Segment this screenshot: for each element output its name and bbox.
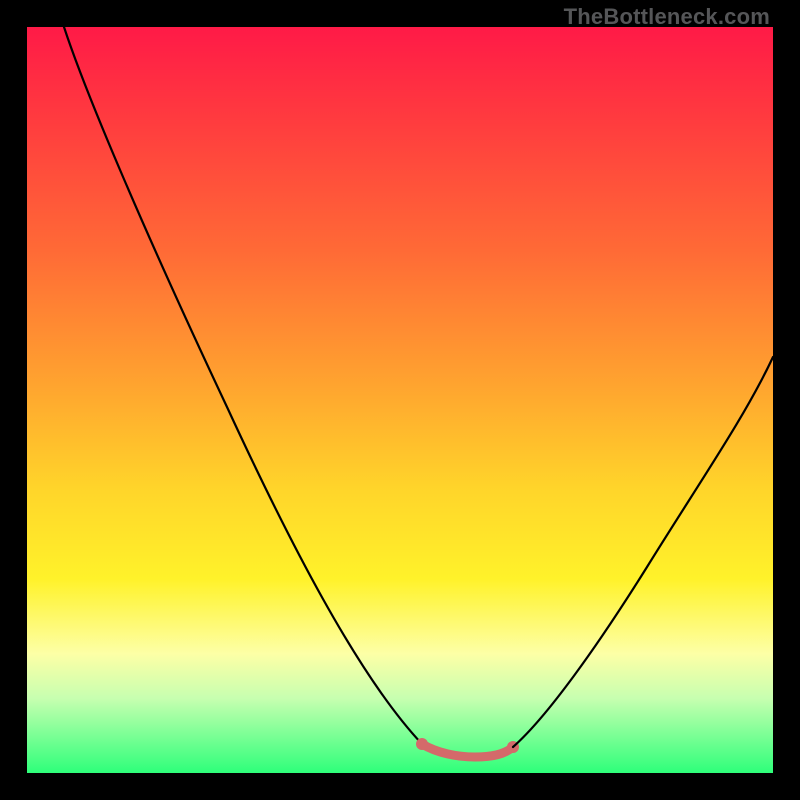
- curve-left-limb: [64, 27, 422, 744]
- plot-area: [27, 27, 773, 773]
- bottleneck-curve: [27, 27, 773, 773]
- curve-trough: [422, 744, 513, 757]
- chart-frame: TheBottleneck.com: [0, 0, 800, 800]
- curve-right-limb: [513, 357, 773, 747]
- trough-left-end: [416, 738, 428, 750]
